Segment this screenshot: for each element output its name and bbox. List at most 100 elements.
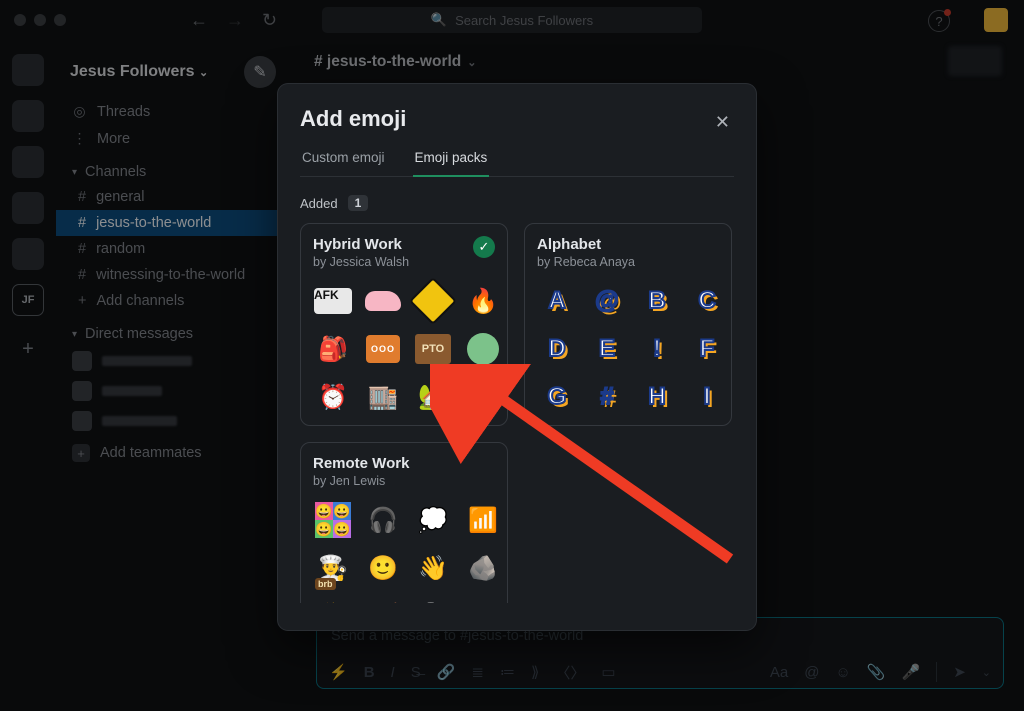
channel-members[interactable] xyxy=(948,46,1002,76)
back-arrow-icon[interactable]: ← xyxy=(190,10,208,31)
search-icon: 🔍 xyxy=(431,12,447,28)
added-label: Added xyxy=(300,196,338,211)
emoji-park: 🅿️ xyxy=(463,377,503,417)
emoji-grid-remote: 😀😀😀😀 🎧 💭 📶 👨‍🍳 🙂 👋 🪨 🐈 🧹 👨‍🍳 xyxy=(313,500,495,603)
tab-emoji-packs[interactable]: Emoji packs xyxy=(413,150,490,177)
codeblock-icon[interactable]: ▭ xyxy=(601,663,615,681)
emoji-letter-c: C xyxy=(687,281,727,321)
modal-tabs: Custom emoji Emoji packs xyxy=(300,150,734,177)
tab-custom-emoji[interactable]: Custom emoji xyxy=(300,150,387,176)
emoji-letter-hash: # xyxy=(587,377,627,417)
emoji-smile: 🙂 xyxy=(363,548,403,588)
emoji-shop: 🏬 xyxy=(363,377,403,417)
mic-icon[interactable]: 🎤 xyxy=(902,663,921,681)
bold-icon[interactable]: B xyxy=(364,664,375,681)
close-icon[interactable]: ✕ xyxy=(709,106,736,139)
emoji-letter-f: F xyxy=(687,329,727,369)
quote-icon[interactable]: ⟫ xyxy=(531,663,539,681)
pack-author: by Rebeca Anaya xyxy=(537,255,719,269)
top-bar: ← → ↻ 🔍 Search Jesus Followers ? xyxy=(0,0,1024,40)
emoji-letter-g: G xyxy=(537,377,577,417)
compose-button[interactable]: ✎ xyxy=(244,56,276,88)
channel-witnessing[interactable]: #witnessing-to-the-world xyxy=(56,262,290,288)
pack-alphabet[interactable]: Alphabet by Rebeca Anaya A @ B C D E ! F… xyxy=(524,223,732,426)
shortcut-icon[interactable]: ⚡ xyxy=(329,663,348,681)
workspace-name[interactable]: Jesus Followers ⌄ xyxy=(70,63,208,81)
dm-item-2[interactable] xyxy=(56,376,290,406)
pack-author: by Jessica Walsh xyxy=(313,255,495,269)
emoji-letter-e: E xyxy=(587,329,627,369)
attach-icon[interactable]: 📎 xyxy=(867,663,886,681)
add-channels[interactable]: +Add channels xyxy=(56,288,290,314)
dm-item-3[interactable] xyxy=(56,406,290,436)
pack-author: by Jen Lewis xyxy=(313,474,495,488)
send-icon[interactable]: ➤ xyxy=(953,663,966,681)
emoji-letter-b: B xyxy=(637,281,677,321)
dm-item-1[interactable] xyxy=(56,346,290,376)
forward-arrow-icon[interactable]: → xyxy=(226,10,244,31)
strike-icon[interactable]: S̶ xyxy=(411,664,421,681)
rail-workspace-2[interactable] xyxy=(12,100,44,132)
add-workspace-icon[interactable]: + xyxy=(22,338,34,361)
numlist-icon[interactable]: ≔ xyxy=(500,663,515,681)
rail-workspace-4[interactable] xyxy=(12,192,44,224)
emoji-letter-i: I xyxy=(687,377,727,417)
added-count-badge: 1 xyxy=(348,195,369,211)
channel-jesus-to-the-world[interactable]: #jesus-to-the-world xyxy=(56,210,290,236)
code-icon[interactable]: 〈〉 xyxy=(555,662,585,683)
chevron-down-icon: ⌄ xyxy=(467,56,476,69)
emoji-stones: 🪨 xyxy=(463,548,503,588)
modal-title: Add emoji xyxy=(300,106,734,132)
emoji-quad-smile: 😀😀😀😀 xyxy=(313,500,353,540)
emoji-letter-a: A xyxy=(537,281,577,321)
rail-workspace-1[interactable] xyxy=(12,54,44,86)
emoji-commute-sign xyxy=(413,281,453,321)
search-placeholder: Search Jesus Followers xyxy=(455,13,593,28)
help-icon[interactable]: ? xyxy=(928,10,950,32)
pack-title: Alphabet xyxy=(537,236,719,253)
pack-title: Hybrid Work xyxy=(313,236,495,253)
list-icon[interactable]: ≣ xyxy=(471,663,484,681)
sidebar-more[interactable]: ⋮More xyxy=(56,125,290,152)
emoji-icon[interactable]: ☺ xyxy=(836,664,851,681)
pack-added-check-icon: ✓ xyxy=(473,236,495,258)
rail-workspace-jf[interactable]: JF xyxy=(12,284,44,316)
rail-workspace-3[interactable] xyxy=(12,146,44,178)
add-emoji-modal: Add emoji ✕ Custom emoji Emoji packs Add… xyxy=(278,84,756,630)
add-teammates[interactable]: +Add teammates xyxy=(56,436,290,470)
history-icon[interactable]: ↻ xyxy=(262,10,277,31)
link-icon[interactable]: 🔗 xyxy=(437,663,456,681)
search-input[interactable]: 🔍 Search Jesus Followers xyxy=(322,7,702,33)
send-chevron-icon[interactable]: ⌄ xyxy=(982,666,991,679)
more-icon: ⋮ xyxy=(72,130,87,147)
emoji-here xyxy=(463,596,503,603)
channels-header[interactable]: ▾Channels xyxy=(56,152,290,184)
emoji-letter-at: @ xyxy=(587,281,627,321)
emoji-broom: 🧹 xyxy=(363,596,403,603)
aa-icon[interactable]: Aa xyxy=(770,664,788,681)
emoji-grid-alphabet: A @ B C D E ! F G # H I xyxy=(537,281,719,417)
channel-general[interactable]: #general xyxy=(56,184,290,210)
added-row: Added 1 xyxy=(300,195,734,211)
rail-workspace-5[interactable] xyxy=(12,238,44,270)
pack-remote-work[interactable]: Remote Work by Jen Lewis 😀😀😀😀 🎧 💭 📶 👨‍🍳 … xyxy=(300,442,508,603)
emoji-grill: 🔥 xyxy=(463,281,503,321)
emoji-slipper xyxy=(363,281,403,321)
emoji-chef: 👨‍🍳 xyxy=(413,596,453,603)
emoji-wave: 👋 xyxy=(413,548,453,588)
sidebar-threads[interactable]: ◎Threads xyxy=(56,98,290,125)
message-toolbar: ⚡ B I S̶ 🔗 ≣ ≔ ⟫ 〈〉 ▭ Aa @ ☺ 📎 🎤 ➤ ⌄ xyxy=(317,656,1003,688)
italic-icon[interactable]: I xyxy=(391,664,395,681)
pack-hybrid-work[interactable]: ✓ Hybrid Work by Jessica Walsh AFK 🔥 🎒 O… xyxy=(300,223,508,426)
emoji-wifi-red: 📶 xyxy=(463,500,503,540)
emoji-afk: AFK xyxy=(313,281,353,321)
channel-header[interactable]: # jesus-to-the-world ⌄ xyxy=(290,40,1024,84)
channel-random[interactable]: #random xyxy=(56,236,290,262)
mention-icon[interactable]: @ xyxy=(804,664,819,681)
dm-header[interactable]: ▾Direct messages xyxy=(56,314,290,346)
emoji-thought-smile: 💭 xyxy=(413,500,453,540)
message-placeholder: Send a message to #jesus-to-the-world xyxy=(331,628,989,644)
user-avatar[interactable] xyxy=(984,8,1008,32)
emoji-house: 🏡 xyxy=(413,377,453,417)
workspace-rail: JF + xyxy=(0,40,56,711)
